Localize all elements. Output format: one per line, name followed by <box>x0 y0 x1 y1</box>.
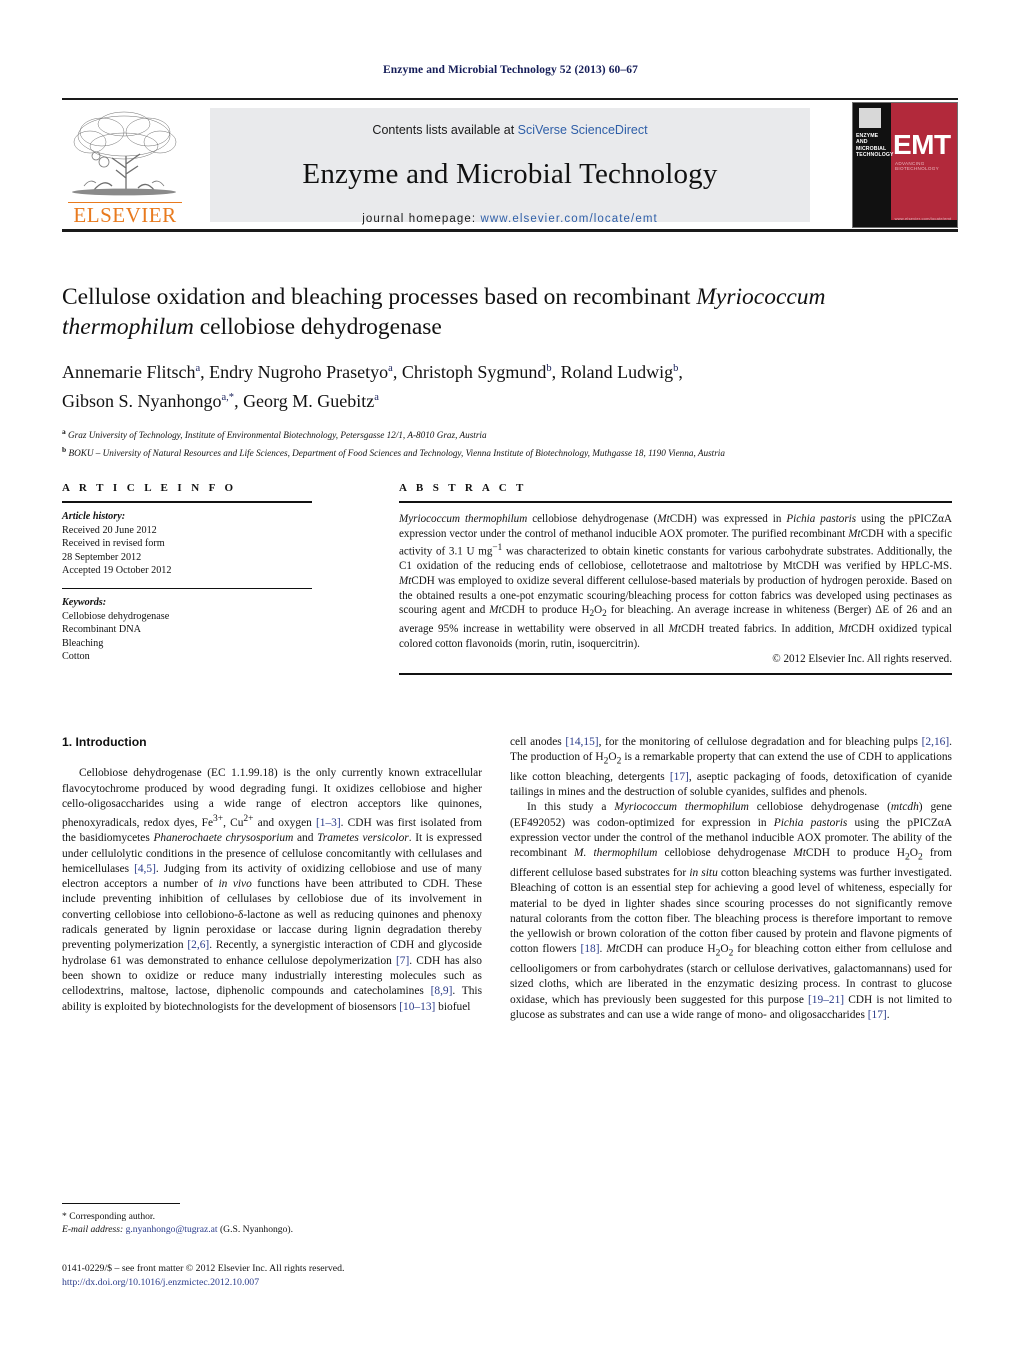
history-line-2: 28 September 2012 <box>62 551 142 563</box>
masthead-rule-bottom <box>62 229 958 232</box>
journal-cover-thumbnail: ENZYME AND MICROBIAL TECHNOLOGY EMT ADVA… <box>852 102 958 228</box>
affil-mark-a-star: a,* <box>221 392 235 403</box>
footnote-rule <box>62 1203 180 1204</box>
author-sygmund: , Christoph Sygmund <box>392 362 547 382</box>
keyword-3: Cotton <box>62 651 90 663</box>
title-block: Cellulose oxidation and bleaching proces… <box>62 282 952 460</box>
sciencedirect-link[interactable]: SciVerse ScienceDirect <box>518 123 648 137</box>
abstract-text: Myriococcum thermophilum cellobiose dehy… <box>399 513 953 650</box>
article-info-separator <box>62 587 312 589</box>
body-column-right: cell anodes [14,15], for the monitoring … <box>510 735 952 1023</box>
page-title: Cellulose oxidation and bleaching proces… <box>62 282 952 342</box>
author-guebitz: , Georg M. Guebitz <box>234 391 375 411</box>
keywords-label: Keywords: <box>62 596 107 608</box>
cover-bottom-bar <box>853 220 957 227</box>
article-info-rule-top <box>62 501 312 503</box>
article-info-heading: A R T I C L E I N F O <box>62 482 237 494</box>
affiliation-b: b BOKU – University of Natural Resources… <box>62 443 952 461</box>
history-line-0: Received 20 June 2012 <box>62 524 157 536</box>
corresponding-author-note: * Corresponding author. <box>62 1211 155 1222</box>
cover-tagline: ADVANCING BIOTECHNOLOGY <box>895 161 939 171</box>
history-line-1: Received in revised form <box>62 538 165 550</box>
journal-article-page: Enzyme and Microbial Technology 52 (2013… <box>0 0 1021 1351</box>
keyword-0: Cellobiose dehydrogenase <box>62 610 170 622</box>
author-list: Annemarie Flitsch a , Endry Nugroho Praset… <box>62 362 683 411</box>
footnote-block: * Corresponding author. E-mail address: … <box>62 1203 482 1236</box>
contents-available-line: Contents lists available at SciVerse Sci… <box>210 123 810 137</box>
email-link[interactable]: g.nyanhongo@tugraz.at <box>126 1224 218 1235</box>
homepage-label: journal homepage: <box>362 213 481 225</box>
affiliation-b-text: BOKU – University of Natural Resources a… <box>68 447 725 458</box>
abstract-rule-bottom <box>399 673 952 676</box>
affiliations: a Graz University of Technology, Institu… <box>62 425 952 460</box>
intro-paragraph-right-2: In this study a Myriococcum thermophilum… <box>510 801 953 1021</box>
author-flitsch: Annemarie Flitsch <box>62 362 196 382</box>
body-column-left: 1. Introduction Cellobiose dehydrogenase… <box>62 735 482 1015</box>
history-line-3: Accepted 19 October 2012 <box>62 565 172 577</box>
masthead-rule-top <box>62 98 958 100</box>
cover-acronym: EMT <box>893 129 951 160</box>
email-note: E-mail address: g.nyanhongo@tugraz.at (G… <box>62 1223 482 1236</box>
running-head: Enzyme and Microbial Technology 52 (2013… <box>383 64 638 76</box>
article-history-label: Article history: <box>62 511 126 522</box>
page-footer: 0141-0229/$ – see front matter © 2012 El… <box>62 1262 562 1290</box>
journal-homepage-line: journal homepage: www.elsevier.com/locat… <box>210 213 810 225</box>
affil-label-b: b <box>62 444 67 454</box>
cover-journal-name: ENZYME AND MICROBIAL TECHNOLOGY <box>856 133 894 159</box>
affil-label-a: a <box>62 427 66 436</box>
email-owner: (G.S. Nyanhongo). <box>219 1224 293 1235</box>
journal-title: Enzyme and Microbial Technology <box>302 158 718 190</box>
author-ludwig: , Roland Ludwig <box>551 362 674 382</box>
cover-elsevier-mark-icon <box>859 108 881 128</box>
journal-masthead: ELSEVIER Contents lists available at Sci… <box>62 98 958 232</box>
intro-paragraph-left: Cellobiose dehydrogenase (EC 1.1.99.18) … <box>62 767 483 1013</box>
email-label: E-mail address: <box>62 1224 124 1235</box>
abstract-copyright: © 2012 Elsevier Inc. All rights reserved… <box>772 653 952 666</box>
article-info-column: A R T I C L E I N F O Article history: R… <box>62 482 312 664</box>
elsevier-tree-icon <box>72 111 177 196</box>
title-part-1: Cellulose oxidation and bleaching proces… <box>62 284 697 310</box>
elsevier-wordmark: ELSEVIER <box>73 203 177 227</box>
contents-prefix: Contents lists available at <box>372 123 518 137</box>
keyword-1: Recombinant DNA <box>62 624 141 636</box>
author-nyanhongo: Gibson S. Nyanhongo <box>62 391 222 411</box>
article-history-group: Article history: Received 20 June 2012 R… <box>62 510 312 578</box>
abstract-heading: A B S T R A C T <box>399 482 527 494</box>
homepage-url[interactable]: www.elsevier.com/locate/emt <box>480 213 657 225</box>
keyword-2: Bleaching <box>62 637 104 649</box>
affil-mark-a3: a <box>374 392 379 403</box>
elsevier-logo: ELSEVIER <box>64 106 186 226</box>
keywords-group: Keywords: Cellobiose dehydrogenase Recom… <box>62 596 312 664</box>
issn-copyright-line: 0141-0229/$ – see front matter © 2012 El… <box>62 1263 345 1274</box>
title-part-2: cellobiose dehydrogenase <box>193 314 442 340</box>
abstract-rule-top <box>399 501 952 503</box>
abstract-column: A B S T R A C T Myriococcum thermophilum… <box>399 482 953 676</box>
affiliation-a: a Graz University of Technology, Institu… <box>62 425 952 443</box>
affiliation-a-text: Graz University of Technology, Institute… <box>68 430 487 441</box>
author-prasetyo: , Endry Nugroho Prasetyo <box>200 362 389 382</box>
affil-mark-b2: b <box>673 363 679 374</box>
intro-paragraph-right-1: cell anodes [14,15], for the monitoring … <box>510 736 952 799</box>
journal-banner: Contents lists available at SciVerse Sci… <box>210 108 810 225</box>
doi-link[interactable]: http://dx.doi.org/10.1016/j.enzmictec.20… <box>62 1276 562 1290</box>
section-heading-introduction: 1. Introduction <box>62 735 147 749</box>
